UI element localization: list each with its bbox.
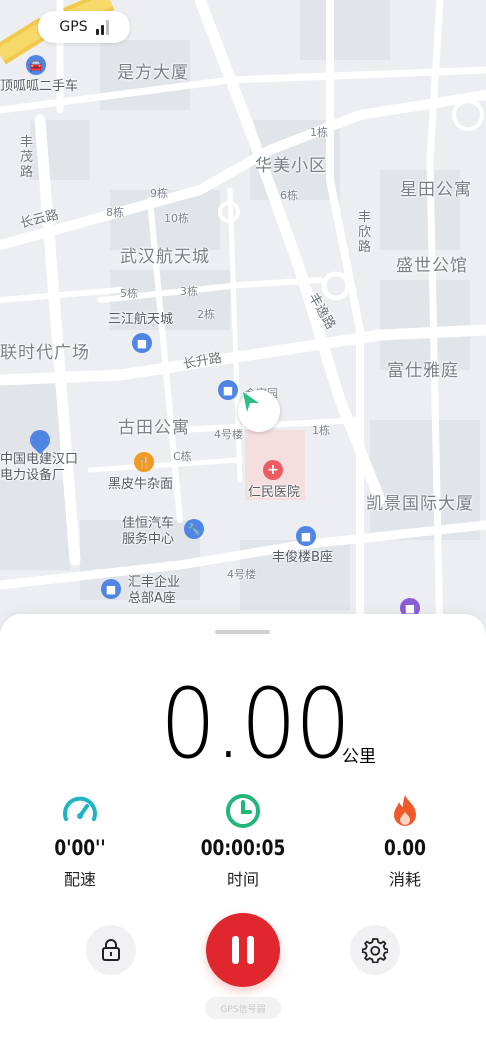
sheet-drag-handle[interactable] bbox=[215, 630, 270, 634]
map-label-building: 10栋 bbox=[164, 212, 189, 225]
time-value: 00:00:05 bbox=[200, 836, 286, 860]
map-label-jiaheng: 佳恒汽车 服务中心 bbox=[122, 516, 175, 547]
map-label-building: 9栋 bbox=[150, 187, 168, 200]
map-label-heipiniu: 黑皮牛杂面 bbox=[108, 477, 174, 492]
hospital-poi-icon[interactable]: + bbox=[263, 460, 283, 480]
gps-status: GPS bbox=[38, 11, 130, 43]
map-label-building: 4号楼 bbox=[227, 568, 256, 581]
map-label-shengshi: 盛世公馆 bbox=[396, 256, 468, 276]
map-label-zhongguo-dianjian: 中国电建汉口 电力设备厂 bbox=[0, 452, 79, 483]
map-label-guaguaer: 顶呱呱二手车 bbox=[0, 79, 79, 94]
map-label-fushi: 富仕雅庭 bbox=[387, 361, 459, 381]
workout-panel: 0.00 公里 0'00'' 配速 00:00:05 时间 0.00 消耗 GP… bbox=[0, 614, 486, 1039]
lock-icon bbox=[102, 939, 120, 961]
gps-signal-icon bbox=[95, 19, 109, 35]
gps-hint-chip: GPS信号弱 bbox=[205, 997, 281, 1019]
map-label-fengmao-road: 丰茂路 bbox=[20, 135, 34, 180]
map-label-building: 6栋 bbox=[280, 189, 298, 202]
calorie-stat: 0.00 消耗 bbox=[350, 792, 460, 890]
map-label-building: 4号楼 bbox=[214, 428, 243, 441]
map-label-building: C栋 bbox=[173, 450, 192, 463]
map-label-huamei: 华美小区 bbox=[255, 156, 327, 176]
map-label-xingtian: 星田公寓 bbox=[400, 180, 472, 200]
map-label-kaijing: 凯景国际大厦 bbox=[366, 494, 474, 514]
pace-value: 0'00'' bbox=[54, 836, 106, 860]
map-label-shidai: 联时代广场 bbox=[0, 343, 90, 363]
clock-icon bbox=[224, 792, 262, 830]
lock-button[interactable] bbox=[86, 925, 136, 975]
time-stat: 00:00:05 时间 bbox=[188, 792, 298, 890]
map-label-building: 3栋 bbox=[180, 285, 198, 298]
map-label-shifang: 是方大厦 bbox=[117, 63, 189, 83]
map-label-gutian: 古田公寓 bbox=[118, 418, 190, 438]
map-roads bbox=[0, 0, 486, 640]
calorie-value: 0.00 bbox=[384, 836, 426, 860]
pause-icon bbox=[232, 936, 254, 964]
distance-unit: 公里 bbox=[342, 747, 376, 767]
distance-value: 0.00 bbox=[160, 668, 351, 780]
building-poi-icon[interactable]: ■ bbox=[101, 579, 121, 599]
map-label-building: 1栋 bbox=[310, 126, 328, 139]
pause-button[interactable] bbox=[206, 913, 280, 987]
building-poi-icon[interactable]: ■ bbox=[218, 380, 238, 400]
map-label-building: 2栋 bbox=[197, 308, 215, 321]
settings-button[interactable] bbox=[350, 925, 400, 975]
map-label-building: 8栋 bbox=[106, 206, 124, 219]
building-poi-icon[interactable]: ■ bbox=[296, 526, 316, 546]
map-label-sanjiang: 三江航天城 bbox=[108, 312, 174, 327]
time-label: 时间 bbox=[226, 870, 259, 889]
map-label-fengjun: 丰俊楼B座 bbox=[272, 550, 333, 565]
gear-icon bbox=[362, 938, 388, 963]
map-label-huifeng: 汇丰企业 总部A座 bbox=[128, 575, 181, 606]
speedometer-icon bbox=[61, 792, 99, 830]
car-poi-icon[interactable]: 🚘 bbox=[26, 55, 46, 75]
map-label-fengxin-road: 丰欣路 bbox=[358, 210, 372, 255]
building-poi-icon[interactable]: ■ bbox=[132, 333, 152, 353]
map-label-renmin: 仁民医院 bbox=[248, 485, 301, 500]
flame-icon bbox=[386, 792, 424, 830]
calorie-label: 消耗 bbox=[388, 870, 421, 889]
map-label-building: 5栋 bbox=[120, 287, 138, 300]
gps-label: GPS bbox=[59, 19, 88, 35]
pace-stat: 0'00'' 配速 bbox=[25, 792, 135, 890]
restaurant-poi-icon[interactable]: 🍴 bbox=[134, 452, 154, 472]
map-label-wuhan-hangtian: 武汉航天城 bbox=[120, 247, 210, 267]
map-label-building: 1栋 bbox=[312, 424, 330, 437]
pace-label: 配速 bbox=[63, 870, 96, 889]
map-view[interactable]: 是方大厦 顶呱呱二手车 丰茂路 长云路 华美小区 星田公寓 丰欣路 武汉航天城 … bbox=[0, 0, 486, 640]
wrench-poi-icon[interactable]: 🔧 bbox=[184, 519, 204, 539]
current-location-icon bbox=[238, 390, 280, 432]
